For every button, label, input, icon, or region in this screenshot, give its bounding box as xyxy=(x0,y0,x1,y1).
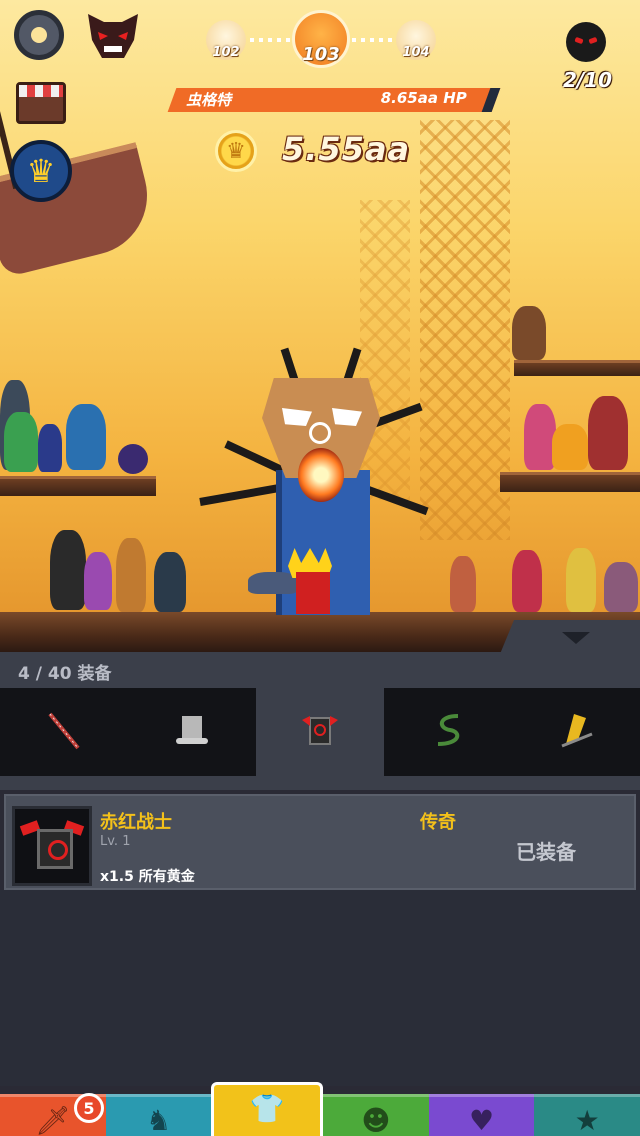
serpent-icon xyxy=(437,714,460,746)
hero-character[interactable] xyxy=(512,306,546,360)
tab-monsters[interactable]: ☻ xyxy=(323,1094,429,1136)
target-reticle-icon xyxy=(309,422,331,444)
gold-coin-icon xyxy=(215,130,257,172)
monster-icon: ☻ xyxy=(361,1104,391,1136)
hero-character[interactable] xyxy=(38,424,62,472)
red-armor-icon xyxy=(302,716,338,745)
hero-character[interactable] xyxy=(450,556,476,612)
panel-divider xyxy=(0,776,640,790)
stage-previous: 102 xyxy=(206,20,246,60)
equipped-status[interactable]: 已装备 xyxy=(516,836,576,865)
knight-helmet-icon: ♞ xyxy=(145,1104,172,1136)
equipment-list-area[interactable] xyxy=(0,890,640,1086)
slot-hat[interactable] xyxy=(128,688,256,776)
hero-character[interactable] xyxy=(4,412,38,472)
stage-progress-dots xyxy=(250,38,292,42)
sword-icon: 🗡 xyxy=(35,1104,71,1136)
heart-icon: ♥ xyxy=(468,1104,495,1136)
equipment-count: 4 / 40 装备 xyxy=(18,664,112,684)
tab-weapons[interactable]: 🗡 5 xyxy=(0,1093,106,1136)
item-name: 赤红战士 xyxy=(100,812,172,833)
hit-explosion xyxy=(298,448,344,502)
star-icon: ★ xyxy=(574,1104,600,1136)
tab-equipment[interactable]: 👕 xyxy=(211,1082,324,1136)
background-tower xyxy=(360,200,410,500)
main-hero[interactable] xyxy=(296,572,330,614)
hero-character[interactable] xyxy=(248,572,298,594)
battle-scene[interactable]: 102 103 104 2/10 ♛ 虫格特 8.65aa HP 5.55aa xyxy=(0,0,640,652)
equipment-count-bar: 4 / 40 装备 xyxy=(0,652,640,688)
bottom-nav: 🗡 5 ♞ 👕 ☻ ♥ ★ xyxy=(0,1082,640,1136)
hero-character[interactable] xyxy=(588,396,628,470)
item-rarity: 传奇 xyxy=(420,812,456,833)
equipment-slot-row xyxy=(0,688,640,776)
left-platform xyxy=(0,476,156,496)
hero-character[interactable] xyxy=(604,562,638,612)
background-tower xyxy=(420,120,510,540)
tab-achievements[interactable]: ★ xyxy=(534,1094,640,1136)
red-armor-icon xyxy=(12,806,92,886)
right-platform xyxy=(500,472,640,492)
hero-character[interactable] xyxy=(84,552,112,610)
game-screen: 102 103 104 2/10 ♛ 虫格特 8.65aa HP 5.55aa … xyxy=(0,0,640,1136)
stage-current: 103 xyxy=(292,10,350,68)
gold-amount: 5.55aa xyxy=(282,130,411,168)
top-hat-icon xyxy=(176,716,208,744)
tab-artifacts[interactable]: ♥ xyxy=(428,1094,535,1136)
kill-counter: 2/10 xyxy=(562,68,612,92)
boss-name: 虫格特 xyxy=(186,91,232,109)
golden-wing-sword-icon xyxy=(561,714,593,748)
right-upper-platform xyxy=(514,360,640,376)
stage-next: 104 xyxy=(396,20,436,60)
crown-icon[interactable]: ♛ xyxy=(10,140,72,202)
slot-pet[interactable] xyxy=(384,688,512,776)
slot-accessory[interactable] xyxy=(512,688,640,776)
slot-armor[interactable] xyxy=(256,688,384,776)
hero-character[interactable] xyxy=(66,404,106,470)
demon-kill-icon xyxy=(566,22,606,62)
notification-badge: 5 xyxy=(74,1093,104,1123)
item-effect: x1.5 所有黄金 xyxy=(100,869,195,885)
slot-weapon[interactable] xyxy=(0,688,128,776)
hero-character[interactable] xyxy=(116,538,146,612)
shirt-icon: 👕 xyxy=(249,1092,285,1125)
collapse-panel-button[interactable] xyxy=(500,620,640,654)
shop-chest-icon[interactable] xyxy=(16,82,66,124)
item-level: Lv. 1 xyxy=(100,834,131,849)
settings-gear-icon[interactable] xyxy=(14,10,64,60)
boss-summon-icon[interactable] xyxy=(84,10,142,62)
stage-progress-dots xyxy=(352,38,394,42)
boss-hp-value: 8.65aa HP xyxy=(380,89,467,107)
hero-character[interactable] xyxy=(566,548,596,612)
hero-character[interactable] xyxy=(512,550,542,612)
boss-hp-bar: 虫格特 8.65aa HP xyxy=(167,88,501,112)
hero-character[interactable] xyxy=(50,530,86,610)
hero-character[interactable] xyxy=(118,444,148,474)
hero-character[interactable] xyxy=(552,424,588,470)
hero-character[interactable] xyxy=(154,552,186,612)
spear-icon xyxy=(48,712,80,750)
tab-heroes[interactable]: ♞ xyxy=(105,1094,212,1136)
equipment-item-card[interactable]: 赤红战士 Lv. 1 x1.5 所有黄金 传奇 已装备 xyxy=(4,794,636,890)
